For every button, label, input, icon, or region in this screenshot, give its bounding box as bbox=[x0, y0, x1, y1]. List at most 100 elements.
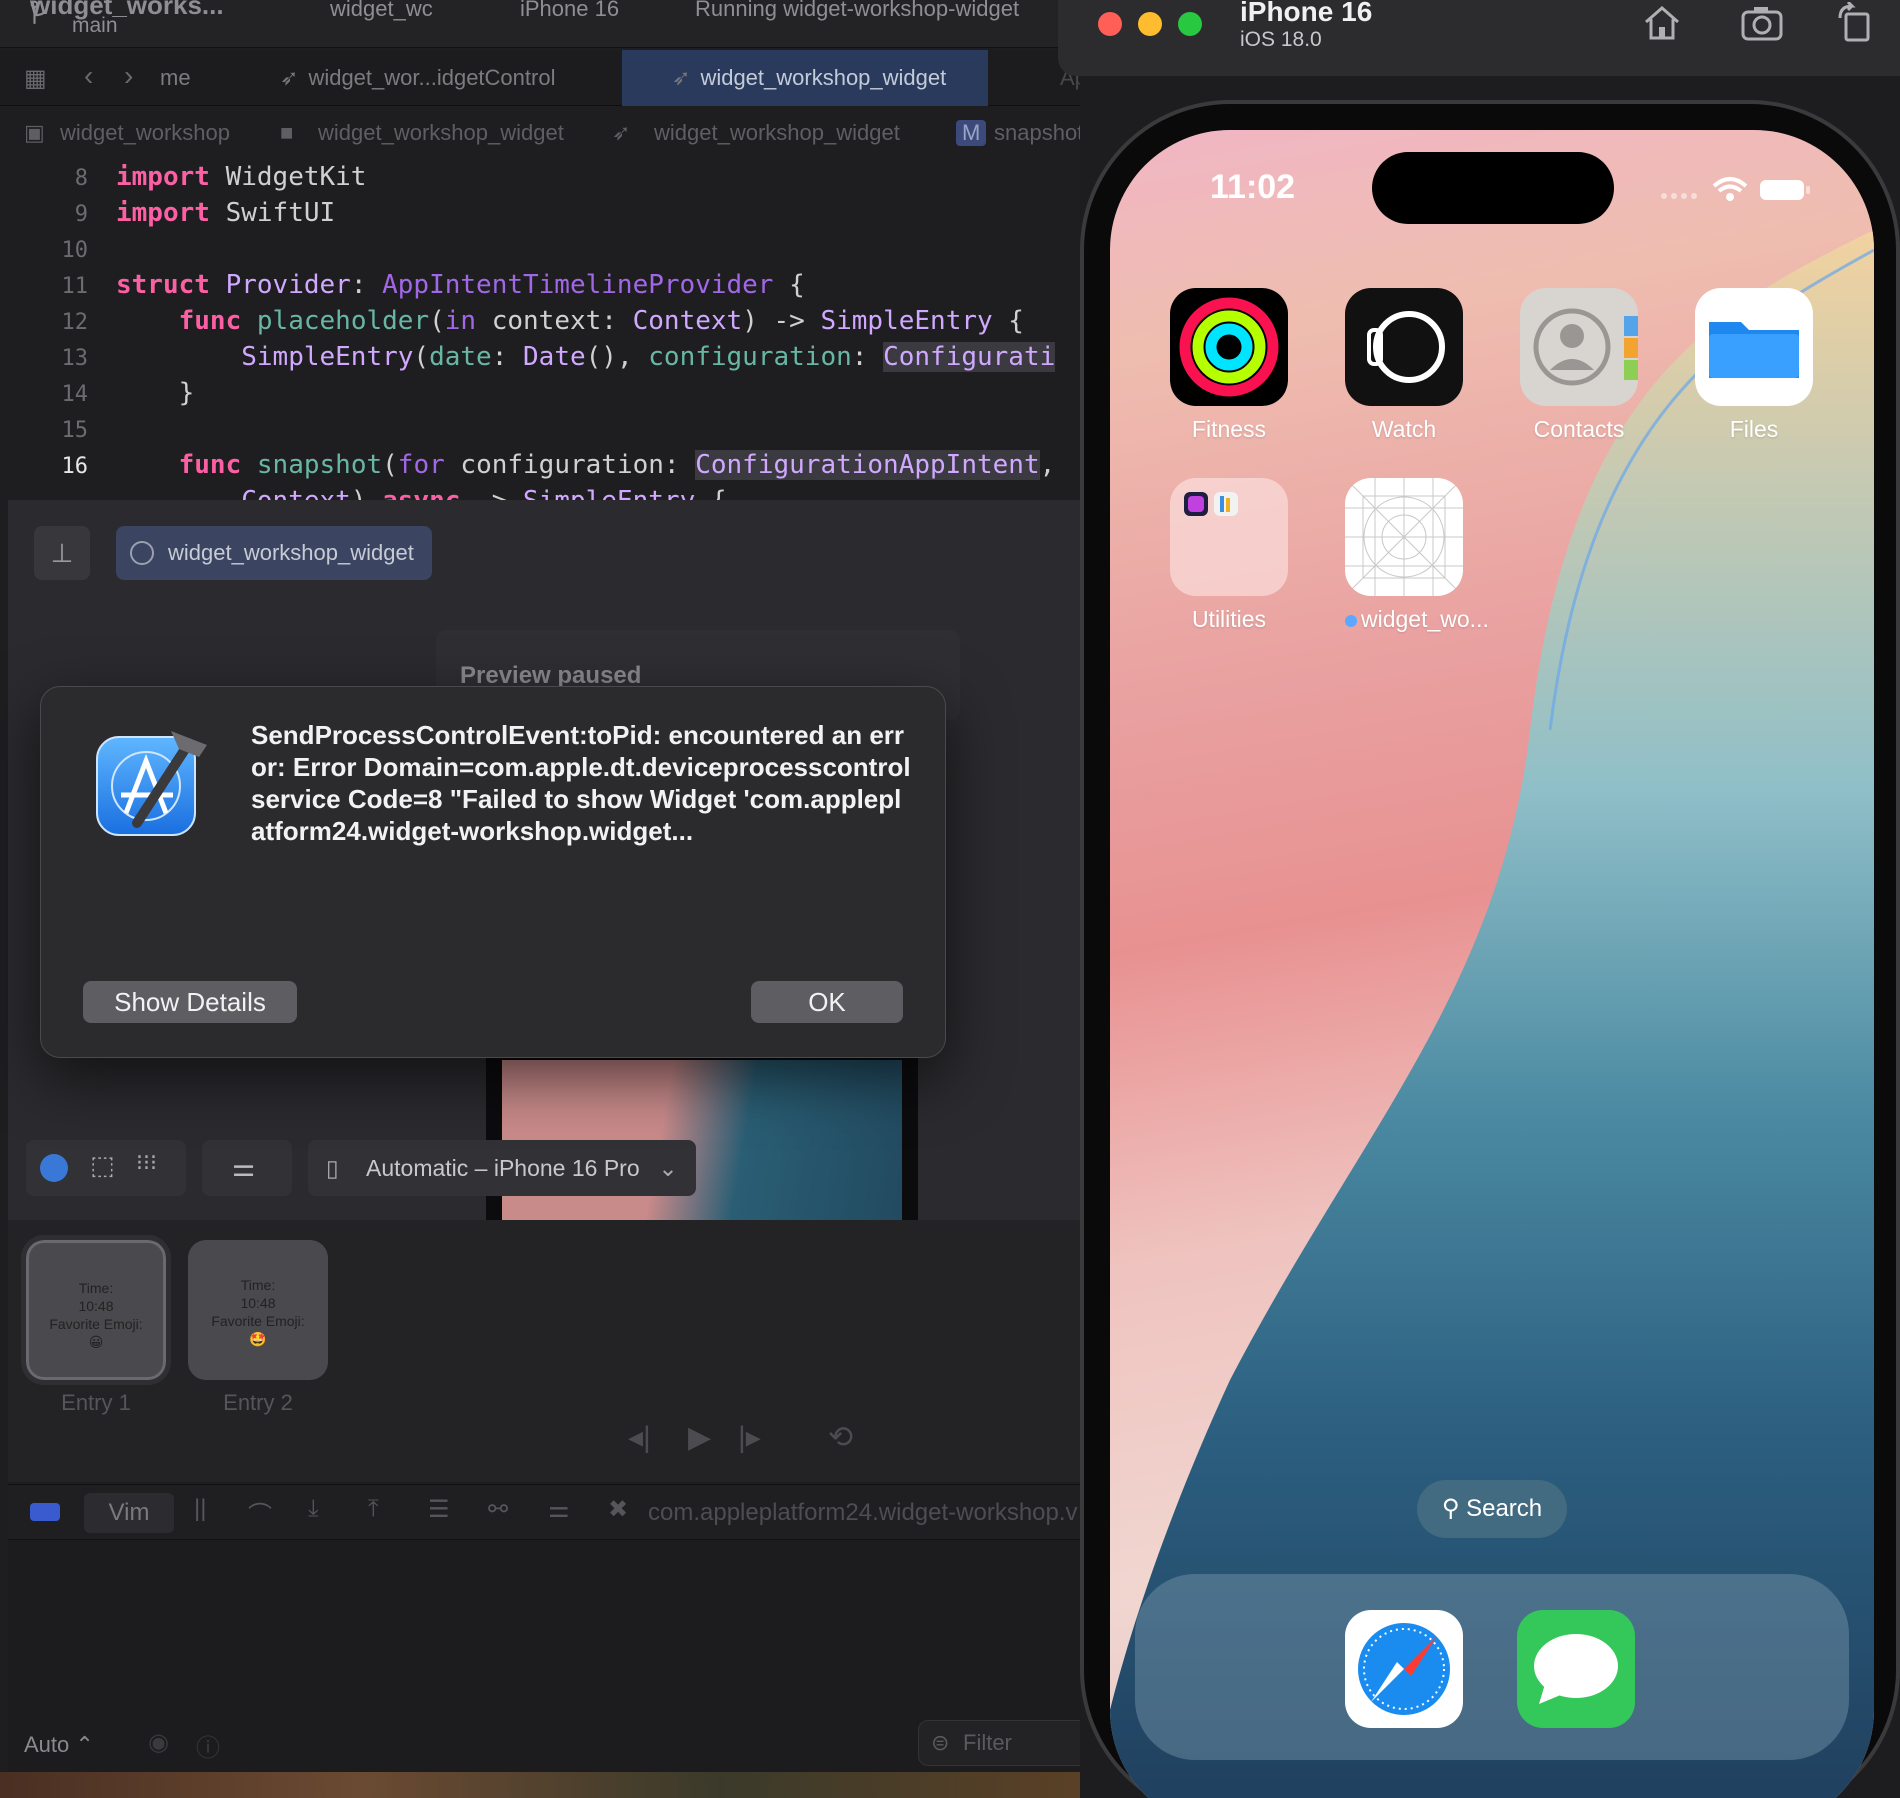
live-play-icon[interactable] bbox=[40, 1154, 68, 1182]
iphone-home-screen[interactable]: 11:02 Fitness Watch Contacts Files Utili… bbox=[1110, 130, 1874, 1798]
canvas-toolbar: ⬚ ⁝⁝⁝ ⚌ ▯ Automatic – iPhone 16 Pro ⌄ bbox=[26, 1140, 1066, 1196]
step-over-icon[interactable]: ⌒ bbox=[248, 1495, 272, 1530]
entry-card[interactable]: Time: 10:48 Favorite Emoji: 🤩 bbox=[188, 1240, 328, 1380]
device-selector-label: Automatic – iPhone 16 Pro bbox=[366, 1155, 640, 1181]
dock bbox=[1135, 1574, 1849, 1760]
close-window-button[interactable] bbox=[1098, 12, 1122, 36]
code-text: func placeholder(in context: Context) ->… bbox=[178, 306, 1024, 336]
console-filter-input[interactable]: ⊜ Filter bbox=[918, 1720, 1080, 1766]
tab-previous[interactable]: me bbox=[160, 50, 191, 106]
breadcrumb-item-folder[interactable]: widget_workshop_widget bbox=[318, 120, 564, 146]
line-number: 10 bbox=[61, 238, 89, 263]
app-label: Contacts bbox=[1533, 416, 1625, 442]
loop-icon[interactable]: ⟲ bbox=[828, 1420, 853, 1455]
safari-compass-icon[interactable] bbox=[1345, 1610, 1463, 1728]
device-settings-button[interactable]: ⚌ bbox=[202, 1140, 292, 1196]
step-out-icon[interactable]: ⤒ bbox=[368, 1495, 379, 1523]
app-utilities-folder[interactable]: Utilities bbox=[1170, 478, 1288, 633]
pin-icon[interactable]: ⊥ bbox=[34, 526, 90, 580]
tab-widget-control[interactable]: ➶ widget_wor...idgetControl bbox=[280, 50, 555, 106]
tab-active-label: widget_workshop_widget bbox=[700, 65, 947, 90]
environment-icon[interactable]: ⚌ bbox=[548, 1495, 570, 1524]
pause-icon[interactable]: || bbox=[194, 1495, 206, 1523]
widget-preview-selector[interactable]: widget_workshop_widget bbox=[116, 526, 432, 580]
app-files[interactable]: Files bbox=[1695, 288, 1813, 443]
info-icon[interactable]: ⓘ bbox=[196, 1728, 220, 1763]
back-icon[interactable]: ‹ bbox=[84, 60, 93, 92]
show-details-button[interactable]: Show Details bbox=[83, 981, 297, 1023]
app-widget-workshop[interactable]: widget_wo... bbox=[1345, 478, 1489, 633]
app-watch[interactable]: Watch bbox=[1345, 288, 1463, 443]
rotate-icon[interactable] bbox=[1834, 2, 1878, 42]
project-name[interactable]: widget_works... bbox=[30, 0, 224, 21]
view-hierarchy-icon[interactable]: ☰ bbox=[428, 1495, 450, 1524]
new-app-dot-icon bbox=[1345, 615, 1357, 627]
breakpoints-toggle-icon[interactable] bbox=[30, 1503, 60, 1521]
line-number: 14 bbox=[61, 382, 89, 407]
contacts-icon bbox=[1520, 288, 1638, 406]
entry-time-label: Time: bbox=[78, 1280, 114, 1296]
home-search-button[interactable]: ⚲ Search bbox=[1417, 1480, 1567, 1538]
app-label: Utilities bbox=[1191, 606, 1267, 632]
app-label: Watch bbox=[1371, 416, 1437, 442]
error-message: SendProcessControlEvent:toPid: encounter… bbox=[251, 720, 911, 846]
breadcrumb-item-file[interactable]: widget_workshop_widget bbox=[654, 120, 900, 146]
disabled-icon bbox=[130, 541, 154, 565]
messages-bubble-icon[interactable] bbox=[1517, 1610, 1635, 1728]
process-bundle-id: com.appleplatform24.widget-workshop.v bbox=[648, 1499, 1078, 1526]
zoom-window-button[interactable] bbox=[1178, 12, 1202, 36]
code-editor[interactable]: 8 import WidgetKit 9 import SwiftUI 10 11 s… bbox=[0, 160, 1080, 500]
code-text: } bbox=[116, 378, 195, 408]
code-text: Context) async -> SimpleEntry { bbox=[116, 486, 726, 500]
step-back-icon[interactable]: ◂| bbox=[628, 1420, 651, 1455]
breadcrumb-item-project[interactable]: widget_workshop bbox=[60, 120, 230, 146]
status-bar-clock: 11:02 bbox=[1210, 168, 1296, 206]
step-into-icon[interactable]: ⤓ bbox=[308, 1495, 319, 1523]
cellular-icon bbox=[1661, 193, 1697, 199]
grid-icon[interactable]: ▦ bbox=[24, 64, 47, 93]
forward-icon[interactable]: › bbox=[124, 60, 133, 92]
battery-icon bbox=[1760, 180, 1810, 200]
preview-mode-group: ⬚ ⁝⁝⁝ bbox=[26, 1140, 186, 1196]
settings-toggle-icon: ⚌ bbox=[232, 1152, 256, 1182]
eye-icon[interactable]: ◉ bbox=[148, 1728, 169, 1757]
ok-button[interactable]: OK bbox=[751, 981, 903, 1023]
app-contacts[interactable]: Contacts bbox=[1520, 288, 1638, 443]
console-area[interactable]: Auto ⌃ ◉ ⓘ ⊜ Filter bbox=[8, 1540, 1080, 1780]
tab-widget-control-label: widget_wor...idgetControl bbox=[308, 65, 556, 90]
line-number: 16 bbox=[61, 454, 89, 479]
memory-graph-icon[interactable]: ⚯ bbox=[488, 1495, 508, 1524]
app-fitness[interactable]: Fitness bbox=[1170, 288, 1288, 443]
breadcrumb-item-symbol[interactable]: snapshot(fo bbox=[994, 120, 1080, 146]
step-forward-icon[interactable]: |▸ bbox=[738, 1420, 761, 1455]
entry-emoji: 😀 bbox=[88, 1334, 104, 1350]
code-text: import WidgetKit bbox=[116, 162, 367, 192]
widget-preview-label: widget_workshop_widget bbox=[168, 540, 414, 565]
vim-mode-button[interactable]: Vim bbox=[84, 1493, 174, 1533]
code-text: func snapshot(for configuration: Configu… bbox=[178, 450, 1056, 480]
screenshot-icon[interactable] bbox=[1740, 2, 1784, 42]
minimize-window-button[interactable] bbox=[1138, 12, 1162, 36]
breadcrumb: ▣ widget_workshop ■ widget_workshop_widg… bbox=[0, 112, 1080, 156]
variants-icon[interactable]: ⁝⁝⁝ bbox=[136, 1150, 157, 1176]
console-scope-selector[interactable]: Auto ⌃ bbox=[24, 1732, 94, 1758]
app-label: Files bbox=[1729, 416, 1779, 442]
destination-selector[interactable]: iPhone 16 bbox=[520, 0, 619, 22]
wrench-icon: ✖ bbox=[608, 1496, 629, 1523]
desktop-wallpaper-strip bbox=[0, 1772, 1080, 1798]
folder-icon: ■ bbox=[280, 120, 294, 145]
scheme-selector[interactable]: widget_wc bbox=[330, 0, 433, 22]
line-number: 15 bbox=[61, 418, 89, 443]
entry-label: Entry 1 bbox=[61, 1390, 131, 1415]
tab-widget-workshop-widget[interactable]: ➶ widget_workshop_widget bbox=[622, 50, 989, 106]
selectable-icon[interactable]: ⬚ bbox=[90, 1150, 115, 1181]
home-icon[interactable] bbox=[1640, 2, 1684, 42]
entry-card[interactable]: Time: 10:48 Favorite Emoji: 😀 bbox=[21, 1235, 171, 1385]
code-text: import SwiftUI bbox=[116, 198, 336, 228]
app-label-text: widget_wo... bbox=[1361, 606, 1489, 632]
editor-tab-bar: ▦ ‹ › me ➶ widget_wor...idgetControl ➶ wid… bbox=[0, 50, 1080, 106]
simulator-device-name: iPhone 16 bbox=[1240, 0, 1373, 27]
device-selector[interactable]: ▯ Automatic – iPhone 16 Pro ⌄ bbox=[308, 1140, 696, 1196]
play-icon[interactable]: ▶ bbox=[688, 1420, 711, 1455]
swift-icon: ➶ bbox=[612, 120, 631, 145]
